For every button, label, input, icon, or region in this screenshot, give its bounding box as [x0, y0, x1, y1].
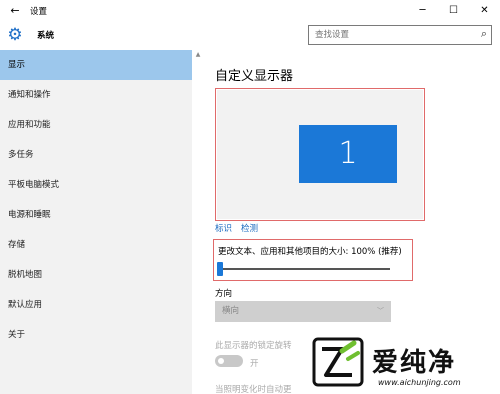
rotation-lock-label: 此显示器的锁定旋转	[215, 341, 292, 351]
search-input[interactable]	[309, 26, 469, 44]
sidebar-item-notifications[interactable]: 通知和操作	[0, 80, 192, 110]
maximize-button[interactable]: ☐	[438, 0, 469, 21]
page-header: ⚙ 系统 ⌕	[0, 21, 500, 50]
scale-slider-thumb[interactable]	[217, 262, 223, 276]
monitor-tile[interactable]: 1	[299, 125, 397, 183]
window-title: 设置	[30, 6, 48, 17]
sidebar-item-about[interactable]: 关于	[0, 320, 192, 350]
display-links: 标识 检测	[215, 222, 258, 234]
scale-slider-track[interactable]	[218, 268, 390, 270]
sidebar-item-storage[interactable]: 存储	[0, 230, 192, 260]
sidebar-item-power[interactable]: 电源和睡眠	[0, 200, 192, 230]
orientation-label: 方向	[215, 289, 233, 299]
sidebar-item-default-apps[interactable]: 默认应用	[0, 290, 192, 320]
rotation-lock-state: 开	[250, 359, 259, 369]
watermark-url: www.aichunjing.com	[378, 378, 461, 387]
window-controls: ─ ☐ ✕	[407, 0, 500, 21]
auto-brightness-label: 当照明变化时自动更	[215, 385, 292, 394]
chevron-down-icon: ﹀	[377, 307, 384, 315]
sidebar-item-multitasking[interactable]: 多任务	[0, 140, 192, 170]
sidebar: 显示 通知和操作 应用和功能 多任务 平板电脑模式 电源和睡眠 存储 脱机地图 …	[0, 50, 192, 394]
sidebar-item-display[interactable]: 显示	[0, 50, 192, 80]
section-title: 系统	[37, 31, 55, 41]
toggle-knob	[218, 358, 224, 364]
sidebar-item-tablet-mode[interactable]: 平板电脑模式	[0, 170, 192, 200]
scrollbar[interactable]: ▲	[192, 50, 204, 394]
close-button[interactable]: ✕	[469, 0, 500, 21]
brand-logo-icon	[312, 337, 364, 387]
search-box[interactable]: ⌕	[308, 25, 492, 45]
scale-label: 更改文本、应用和其他项目的大小: 100% (推荐)	[218, 247, 402, 257]
search-icon[interactable]: ⌕	[481, 27, 487, 41]
watermark: 爱纯净 www.aichunjing.com	[306, 333, 500, 394]
back-arrow-icon[interactable]: ←	[0, 4, 30, 17]
scroll-up-icon[interactable]: ▲	[192, 50, 204, 60]
display-arrangement-box: 1	[215, 88, 425, 221]
display-canvas: 1	[217, 90, 423, 219]
sidebar-item-offline-maps[interactable]: 脱机地图	[0, 260, 192, 290]
page-title: 自定义显示器	[215, 69, 294, 84]
sidebar-item-apps[interactable]: 应用和功能	[0, 110, 192, 140]
scale-setting-box: 更改文本、应用和其他项目的大小: 100% (推荐)	[213, 239, 413, 281]
detect-link[interactable]: 检测	[241, 222, 258, 234]
rotation-lock-toggle[interactable]	[215, 355, 243, 367]
orientation-select[interactable]: 横向 ﹀	[215, 301, 391, 322]
identify-link[interactable]: 标识	[215, 222, 232, 234]
minimize-button[interactable]: ─	[407, 0, 438, 21]
watermark-brand: 爱纯净	[372, 348, 457, 378]
orientation-value: 横向	[222, 306, 240, 316]
gear-icon: ⚙	[7, 25, 23, 45]
